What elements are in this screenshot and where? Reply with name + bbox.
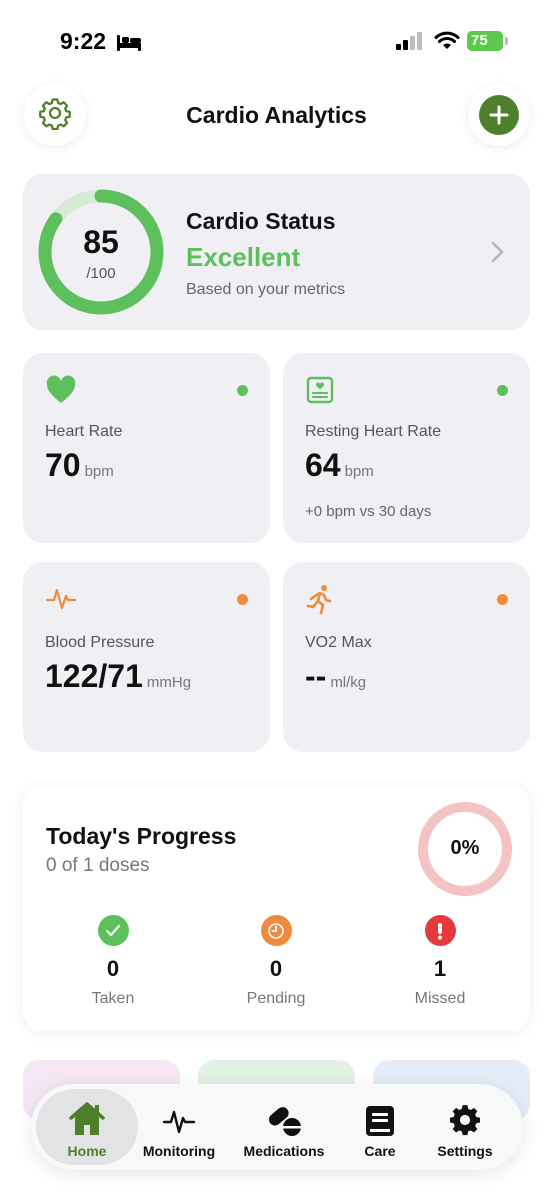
tab-label: Home xyxy=(67,1143,107,1159)
monitoring-icon xyxy=(162,1099,196,1137)
battery-icon: 75 xyxy=(467,31,509,51)
metric-unit: bpm xyxy=(84,463,114,480)
pills-icon xyxy=(264,1099,304,1137)
tab-settings[interactable]: Settings xyxy=(423,1089,507,1165)
tab-home[interactable]: Home xyxy=(36,1089,138,1165)
pending-count: 0 xyxy=(269,956,283,981)
plus-icon xyxy=(479,95,519,135)
blood-pressure-card[interactable]: Blood Pressure 122/71 mmHg xyxy=(23,562,270,752)
cardio-status-title: Cardio Status xyxy=(186,208,336,234)
tab-monitoring[interactable]: Monitoring xyxy=(138,1089,220,1165)
taken-count: 0 xyxy=(106,956,120,981)
tab-bar: Home Monitoring Medications Care Setting… xyxy=(31,1084,523,1170)
status-dot xyxy=(237,594,248,605)
progress-subtitle: 0 of 1 doses xyxy=(46,855,150,876)
pending-stat: 0 Pending xyxy=(216,915,336,1008)
status-dot xyxy=(497,594,508,605)
clock-icon xyxy=(260,915,292,946)
status-time: 9:22 xyxy=(60,28,107,54)
sleep-bed-icon xyxy=(116,32,142,57)
status-bar: 9:22 75 xyxy=(0,0,553,80)
add-button[interactable] xyxy=(468,84,530,146)
check-icon xyxy=(97,915,129,946)
battery-level: 75 xyxy=(467,31,503,51)
progress-percent: 0% xyxy=(450,837,480,859)
cellular-signal-icon xyxy=(396,32,424,55)
pending-label: Pending xyxy=(246,990,306,1007)
settings-gear-icon xyxy=(448,1099,482,1137)
wifi-icon xyxy=(434,30,460,55)
tab-label: Care xyxy=(364,1143,396,1159)
metric-value: 64 bpm xyxy=(305,447,374,483)
tab-care[interactable]: Care xyxy=(349,1089,411,1165)
metric-note: +0 bpm vs 30 days xyxy=(305,503,432,520)
missed-label: Missed xyxy=(414,990,466,1007)
heart-rate-card[interactable]: Heart Rate 70 bpm xyxy=(23,353,270,543)
chevron-right-icon xyxy=(490,240,504,269)
cardio-status-card[interactable]: 85 /100 Cardio Status Excellent Based on… xyxy=(23,174,530,330)
status-dot xyxy=(497,385,508,396)
metric-unit: ml/kg xyxy=(330,674,367,691)
metric-unit: mmHg xyxy=(146,674,192,691)
missed-count: 1 xyxy=(433,956,447,981)
metric-value: -- ml/kg xyxy=(305,658,367,694)
missed-stat: 1 Missed xyxy=(380,915,500,1008)
vo2-max-card[interactable]: VO2 Max -- ml/kg xyxy=(283,562,530,752)
tab-label: Settings xyxy=(437,1143,493,1159)
status-dot xyxy=(237,385,248,396)
metric-value: 122/71 mmHg xyxy=(45,658,192,694)
home-icon xyxy=(68,1099,106,1137)
header: Cardio Analytics xyxy=(0,84,553,148)
metric-label: Resting Heart Rate xyxy=(305,423,442,440)
tab-label: Monitoring xyxy=(142,1143,216,1159)
metric-label: Blood Pressure xyxy=(45,634,155,651)
care-icon xyxy=(365,1099,395,1137)
tab-label: Medications xyxy=(243,1143,325,1159)
metric-label: Heart Rate xyxy=(45,423,123,440)
metric-label: VO2 Max xyxy=(305,634,372,651)
resting-heart-rate-card[interactable]: Resting Heart Rate 64 bpm +0 bpm vs 30 da… xyxy=(283,353,530,543)
pulse-icon xyxy=(45,584,77,619)
cardio-status-rating: Excellent xyxy=(186,242,301,272)
tab-medications[interactable]: Medications xyxy=(234,1089,334,1165)
heart-icon xyxy=(45,375,77,410)
metric-unit: bpm xyxy=(344,463,374,480)
todays-progress-card[interactable]: Today's Progress 0 of 1 doses 0% 0 Taken… xyxy=(23,785,530,1031)
heart-monitor-icon xyxy=(305,375,335,410)
cardio-score-max: /100 xyxy=(86,265,116,282)
cardio-score: 85 xyxy=(83,224,119,260)
alert-icon xyxy=(424,915,456,946)
taken-label: Taken xyxy=(91,990,135,1007)
progress-title: Today's Progress xyxy=(46,823,237,849)
taken-stat: 0 Taken xyxy=(53,915,173,1008)
running-icon xyxy=(305,584,335,621)
metric-value: 70 bpm xyxy=(45,447,114,483)
cardio-status-subtitle: Based on your metrics xyxy=(186,281,346,298)
